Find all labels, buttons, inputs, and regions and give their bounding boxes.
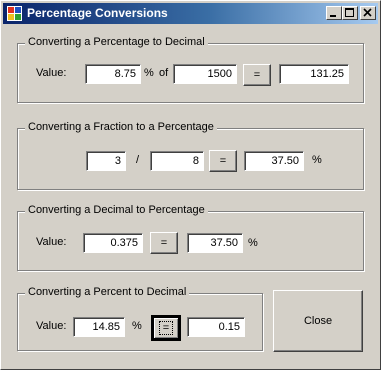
minimize-icon	[330, 15, 336, 17]
maximize-icon	[345, 8, 354, 17]
percent-sign: %	[248, 237, 258, 249]
denominator-input[interactable]: 8	[150, 151, 204, 171]
equals-button[interactable]: =	[150, 232, 178, 254]
equals-label: =	[253, 69, 261, 81]
group-decimal-to-percentage: Converting a Decimal to Percentage Value…	[17, 204, 364, 271]
close-button[interactable]: Close	[273, 290, 363, 352]
of-label: of	[159, 67, 169, 79]
app-icon	[7, 6, 22, 21]
numerator-input[interactable]: 3	[86, 151, 126, 171]
group-title: Converting a Decimal to Percentage	[25, 204, 208, 216]
window-title: Percentage Conversions	[27, 6, 168, 20]
group-title: Converting a Percentage to Decimal	[25, 36, 208, 48]
close-window-button[interactable]	[360, 6, 376, 20]
group-title: Converting a Percent to Decimal	[25, 286, 190, 298]
equals-label: =	[160, 237, 168, 249]
group-percent-to-decimal-2: Converting a Percent to Decimal Value: 1…	[17, 286, 263, 351]
percent-value-input[interactable]: 14.85	[73, 317, 125, 337]
group-title: Converting a Fraction to a Percentage	[25, 121, 217, 133]
value-label: Value:	[36, 67, 67, 79]
equals-button[interactable]: =	[243, 64, 271, 86]
minimize-button[interactable]	[326, 6, 342, 20]
result-output[interactable]: 131.25	[279, 64, 349, 84]
percent-sign: %	[132, 320, 142, 332]
of-value-input[interactable]: 1500	[173, 64, 237, 84]
equals-label: =	[158, 321, 174, 335]
close-label: Close	[303, 315, 333, 327]
title-bar[interactable]: Percentage Conversions	[3, 3, 378, 24]
equals-button[interactable]: =	[209, 150, 237, 172]
result-output[interactable]: 37.50	[187, 233, 243, 253]
group-percent-to-decimal: Converting a Percentage to Decimal Value…	[17, 36, 364, 103]
equals-button[interactable]: =	[151, 315, 181, 341]
maximize-button[interactable]	[342, 6, 358, 20]
group-fraction-to-percentage: Converting a Fraction to a Percentage 3 …	[17, 121, 364, 190]
close-icon	[363, 8, 372, 17]
value-label: Value:	[36, 320, 67, 332]
value-label: Value:	[36, 236, 67, 248]
equals-label: =	[219, 155, 227, 167]
percent-sign: %	[144, 67, 154, 79]
fraction-slash: /	[136, 154, 140, 166]
result-output[interactable]: 0.15	[187, 317, 245, 337]
percent-value-input[interactable]: 8.75	[85, 64, 141, 84]
decimal-value-input[interactable]: 0.375	[83, 233, 143, 253]
result-output[interactable]: 37.50	[244, 151, 304, 171]
percent-sign: %	[312, 154, 322, 166]
main-window: Percentage Conversions Converting a Perc…	[0, 0, 381, 370]
